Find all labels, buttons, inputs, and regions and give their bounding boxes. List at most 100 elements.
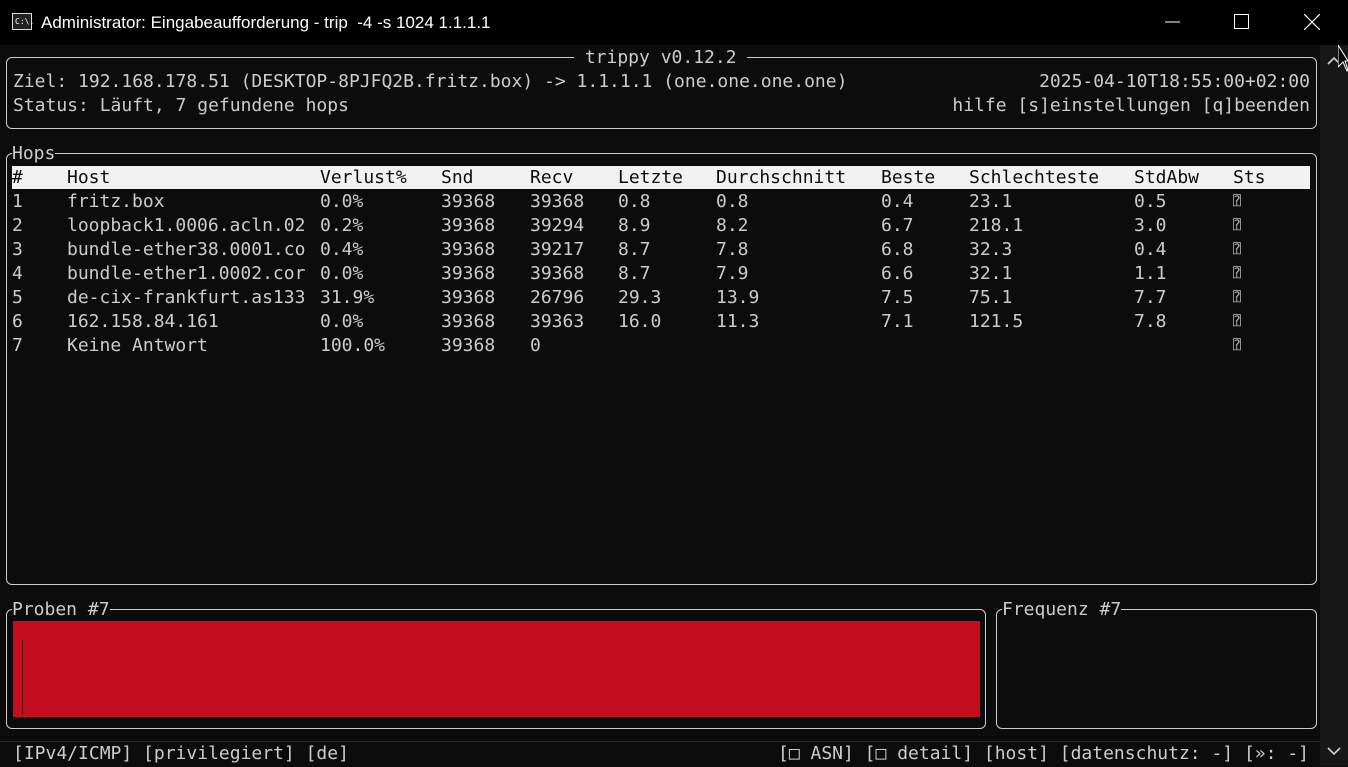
table-row[interactable]: 5 de-cix-frankfurt.as133 31.9% 39368 26796 29… (12, 286, 1310, 310)
hops-title: Hops (12, 143, 56, 164)
hop-worst: 75.1 (969, 287, 1013, 308)
hop-best: 6.8 (881, 239, 914, 260)
frequency-panel (996, 609, 1317, 729)
hop-last: 8.7 (618, 263, 651, 284)
hop-best: 7.1 (881, 311, 914, 332)
hop-host: fritz.box (67, 191, 165, 212)
hop-stddev: 1.1 (1134, 263, 1167, 284)
hop-number: 6 (12, 311, 23, 332)
hop-loss: 100.0% (320, 335, 386, 356)
col-loss: Verlust% (320, 167, 407, 188)
hop-loss: 31.9% (320, 287, 375, 308)
col-last: Letzte (618, 167, 684, 188)
col-snd: Snd (441, 167, 474, 188)
minimize-icon (1165, 21, 1180, 23)
probes-axis-tick (22, 640, 23, 714)
hop-snd: 39368 (441, 215, 496, 236)
hop-snd: 39368 (441, 335, 496, 356)
col-stddev: StdAbw (1134, 167, 1200, 188)
hop-snd: 39368 (441, 287, 496, 308)
frequency-title: Frequenz #7 (1002, 599, 1122, 620)
hop-host: loopback1.0006.acln.02 (67, 215, 306, 236)
hop-host: de-cix-frankfurt.as133 (67, 287, 306, 308)
hop-loss: 0.2% (320, 215, 364, 236)
console-icon: C:\. (12, 13, 34, 30)
table-row[interactable]: 7 Keine Antwort 100.0% 39368 0 ⍰ (12, 334, 1310, 358)
close-icon (1304, 14, 1320, 30)
hop-host: Keine Antwort (67, 335, 208, 356)
hop-best: 6.6 (881, 263, 914, 284)
table-row[interactable]: 1 fritz.box 0.0% 39368 39368 0.8 0.8 0.4 23.1 0.5… (12, 190, 1310, 214)
col-status: Sts (1233, 167, 1266, 188)
hop-best: 0.4 (881, 191, 914, 212)
window-titlebar: C:\. Administrator: Eingabeaufforderung … (0, 0, 1348, 45)
hop-recv: 39363 (530, 311, 585, 332)
hop-snd: 39368 (441, 239, 496, 260)
hop-snd: 39368 (441, 311, 496, 332)
statusbar: [IPv4/ICMP] [privilegiert] [de] [□ ASN] … (0, 741, 1320, 767)
hop-number: 1 (12, 191, 23, 212)
table-row[interactable]: 2 loopback1.0006.acln.02 0.2% 39368 39294 8.9… (12, 214, 1310, 238)
mouse-cursor-icon (1338, 45, 1348, 72)
hop-number: 2 (12, 215, 23, 236)
statusbar-right[interactable]: [□ ASN] [□ detail] [host] [datenschutz: … (778, 742, 1309, 766)
hop-status-icon: ⍰ (1233, 266, 1241, 281)
table-row[interactable]: 4 bundle-ether1.0002.cor 0.0% 39368 39368 8.7… (12, 262, 1310, 286)
hop-stddev: 0.5 (1134, 191, 1167, 212)
scroll-down-icon[interactable] (1320, 741, 1348, 761)
hop-last: 8.7 (618, 239, 651, 260)
hop-snd: 39368 (441, 263, 496, 284)
help-line[interactable]: hilfe [s]einstellungen [q]beenden (952, 94, 1310, 118)
hop-stddev: 7.7 (1134, 287, 1167, 308)
probes-title: Proben #7 (12, 599, 110, 620)
hop-avg: 7.8 (716, 239, 749, 260)
hop-status-icon: ⍰ (1233, 338, 1241, 353)
hop-stddev: 7.8 (1134, 311, 1167, 332)
hop-status-icon: ⍰ (1233, 290, 1241, 305)
col-avg: Durchschnitt (716, 167, 847, 188)
hop-avg: 11.3 (716, 311, 760, 332)
hop-loss: 0.0% (320, 311, 364, 332)
hop-loss: 0.0% (320, 263, 364, 284)
window-title: Administrator: Eingabeaufforderung - tri… (41, 13, 491, 32)
hop-status-icon: ⍰ (1233, 242, 1241, 257)
hop-worst: 32.1 (969, 263, 1013, 284)
hop-number: 3 (12, 239, 23, 260)
hop-stddev: 3.0 (1134, 215, 1167, 236)
hop-avg: 13.9 (716, 287, 760, 308)
hop-number: 4 (12, 263, 23, 284)
vertical-scrollbar[interactable] (1320, 45, 1348, 766)
maximize-icon (1234, 14, 1249, 29)
hop-worst: 23.1 (969, 191, 1013, 212)
table-row[interactable]: 6 162.158.84.161 0.0% 39368 39363 16.0 11.3 7.1… (12, 310, 1310, 334)
hop-host: bundle-ether1.0002.cor (67, 263, 306, 284)
hop-best: 7.5 (881, 287, 914, 308)
hop-last: 0.8 (618, 191, 651, 212)
hop-worst: 32.3 (969, 239, 1013, 260)
hop-number: 7 (12, 335, 23, 356)
col-best: Beste (881, 167, 936, 188)
hop-avg: 0.8 (716, 191, 749, 212)
hop-status-icon: ⍰ (1233, 314, 1241, 329)
probes-loss-bar (13, 621, 980, 717)
hop-recv: 26796 (530, 287, 585, 308)
hop-recv: 0 (530, 335, 541, 356)
hop-last: 8.9 (618, 215, 651, 236)
hop-host: bundle-ether38.0001.co (67, 239, 306, 260)
maximize-button[interactable] (1219, 0, 1265, 45)
col-number: # (12, 167, 23, 188)
hops-table-header: # Host Verlust% Snd Recv Letzte Durchsch… (12, 166, 1310, 189)
minimize-button[interactable] (1150, 0, 1196, 45)
table-row[interactable]: 3 bundle-ether38.0001.co 0.4% 39368 39217 8.7… (12, 238, 1310, 262)
timestamp: 2025-04-10T18:55:00+02:00 (1039, 71, 1310, 92)
hop-avg: 8.2 (716, 215, 749, 236)
col-recv: Recv (530, 167, 574, 188)
hop-snd: 39368 (441, 191, 496, 212)
hop-avg: 7.9 (716, 263, 749, 284)
hop-worst: 218.1 (969, 215, 1024, 236)
close-button[interactable] (1289, 0, 1335, 45)
hop-last: 16.0 (618, 311, 662, 332)
hop-recv: 39294 (530, 215, 585, 236)
hop-loss: 0.4% (320, 239, 364, 260)
hop-host: 162.158.84.161 (67, 311, 219, 332)
